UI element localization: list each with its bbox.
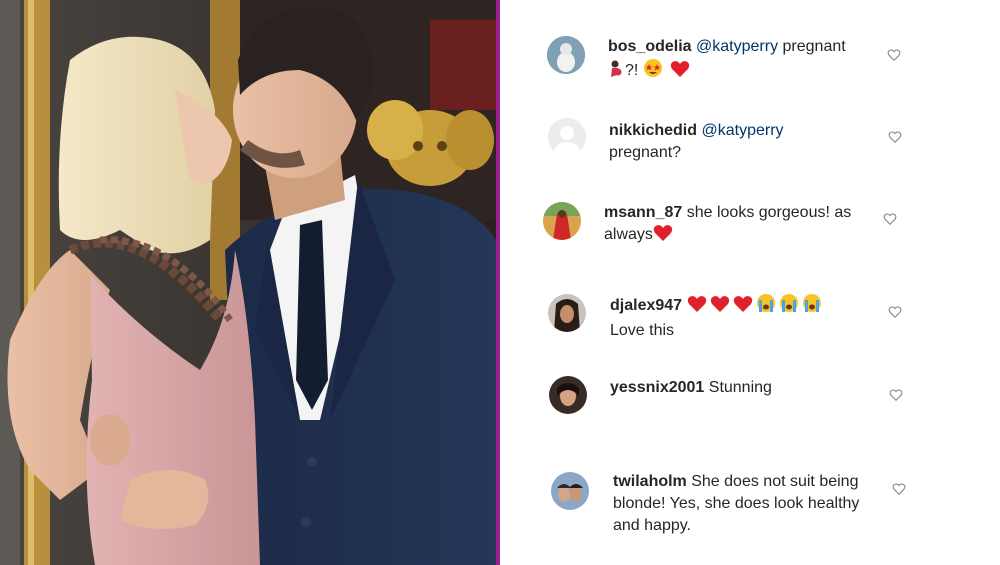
post-photo xyxy=(0,0,496,565)
crying-face-emoji-icon xyxy=(802,293,822,320)
comment-text: nikkichedid @katyperry pregnant? xyxy=(609,120,879,164)
like-heart-icon[interactable] xyxy=(888,130,902,144)
comments-panel: bos_odelia @katyperry pregnant ?! nikkic… xyxy=(500,0,1000,565)
comment-text: twilaholm She does not suit being blonde… xyxy=(613,471,875,537)
red-heart-emoji-icon xyxy=(687,295,707,320)
avatar[interactable] xyxy=(548,294,586,332)
red-heart-emoji-icon xyxy=(710,295,730,320)
avatar[interactable] xyxy=(547,36,585,74)
avatar[interactable] xyxy=(551,472,589,510)
comment-username[interactable]: twilaholm xyxy=(613,473,687,490)
like-heart-icon[interactable] xyxy=(892,482,906,496)
comment-item: msann_87 she looks gorgeous! as always xyxy=(500,196,1000,256)
comment-body: Stunning xyxy=(708,379,772,396)
comment-username[interactable]: nikkichedid xyxy=(609,122,697,139)
avatar[interactable] xyxy=(549,376,587,414)
comment-body: pregnant xyxy=(778,38,846,55)
comment-text: bos_odelia @katyperry pregnant ?! xyxy=(608,36,878,85)
like-heart-icon[interactable] xyxy=(889,388,903,402)
comment-username[interactable]: yessnix2001 xyxy=(610,379,704,396)
pregnant-woman-emoji-icon xyxy=(608,60,622,85)
comment-text: msann_87 she looks gorgeous! as always xyxy=(604,202,874,249)
comment-username[interactable]: djalex947 xyxy=(610,297,682,314)
photo-illustration xyxy=(0,0,496,565)
like-heart-icon[interactable] xyxy=(887,48,901,62)
crying-face-emoji-icon xyxy=(756,293,776,320)
comment-username[interactable]: bos_odelia xyxy=(608,38,692,55)
comment-mention[interactable]: @katyperry xyxy=(696,38,778,55)
comment-item: djalex947 Love this xyxy=(500,288,1000,348)
crying-face-emoji-icon xyxy=(779,293,799,320)
comment-item: nikkichedid @katyperry pregnant? xyxy=(500,112,1000,172)
comment-mention[interactable]: @katyperry xyxy=(701,122,783,139)
star-struck-emoji-icon xyxy=(643,58,663,85)
avatar-placeholder-icon[interactable] xyxy=(548,118,586,156)
comment-item: twilaholm She does not suit being blonde… xyxy=(500,468,1000,538)
comment-body: pregnant? xyxy=(609,144,682,161)
red-heart-emoji-icon xyxy=(733,295,753,320)
like-heart-icon[interactable] xyxy=(888,305,902,319)
like-heart-icon[interactable] xyxy=(883,212,897,226)
comment-text: yessnix2001 Stunning xyxy=(610,377,880,399)
avatar[interactable] xyxy=(543,202,581,240)
comment-username[interactable]: msann_87 xyxy=(604,204,682,221)
comment-item: bos_odelia @katyperry pregnant ?! xyxy=(500,30,1000,90)
comment-body: Love this xyxy=(610,322,675,339)
red-heart-emoji-icon xyxy=(653,224,673,249)
comment-item: yessnix2001 Stunning xyxy=(500,372,1000,422)
comment-text: djalex947 Love this xyxy=(610,293,900,342)
comment-tail: ?! xyxy=(625,62,643,79)
red-heart-emoji-icon xyxy=(670,60,690,85)
